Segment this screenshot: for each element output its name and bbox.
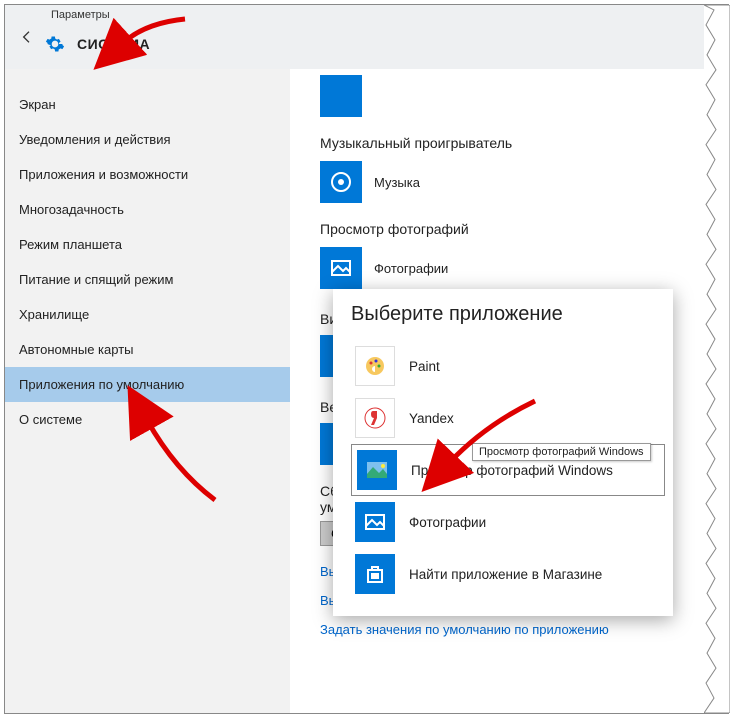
section-photos: Просмотр фотографий (320, 221, 708, 237)
sidebar-item-offline-maps[interactable]: Автономные карты (5, 332, 290, 367)
section-music: Музыкальный проигрыватель (320, 135, 708, 151)
popup-title: Выберите приложение (351, 303, 665, 326)
music-icon (320, 161, 362, 203)
photo-viewer-icon (357, 450, 397, 490)
sidebar-item-power-sleep[interactable]: Питание и спящий режим (5, 262, 290, 297)
popup-item-store[interactable]: Найти приложение в Магазине (351, 548, 665, 600)
page-title: СИСТЕМА (77, 36, 150, 52)
sidebar-item-about[interactable]: О системе (5, 402, 290, 437)
store-icon (355, 554, 395, 594)
sidebar-item-apps-features[interactable]: Приложения и возможности (5, 157, 290, 192)
photos-icon (355, 502, 395, 542)
photos-icon (320, 247, 362, 289)
popup-item-label: Yandex (409, 411, 454, 426)
tooltip: Просмотр фотографий Windows (472, 443, 651, 461)
popup-item-paint[interactable]: Paint (351, 340, 665, 392)
header: Параметры СИСТЕМА (5, 5, 728, 69)
breadcrumb: Параметры (51, 9, 110, 21)
partial-tile[interactable] (320, 75, 362, 117)
popup-item-label: Paint (409, 359, 440, 374)
popup-item-label: Найти приложение в Магазине (409, 567, 602, 582)
sidebar-item-tablet-mode[interactable]: Режим планшета (5, 227, 290, 262)
sidebar-item-display[interactable]: Экран (5, 87, 290, 122)
popup-item-yandex[interactable]: Yandex (351, 392, 665, 444)
sidebar-item-multitasking[interactable]: Многозадачность (5, 192, 290, 227)
sidebar-item-notifications[interactable]: Уведомления и действия (5, 122, 290, 157)
popup-item-photos[interactable]: Фотографии (351, 496, 665, 548)
popup-item-label: Фотографии (409, 515, 486, 530)
settings-window: Параметры СИСТЕМА Экран Уведомления и де… (4, 4, 729, 714)
back-button[interactable] (15, 25, 39, 49)
sidebar: Экран Уведомления и действия Приложения … (5, 69, 290, 713)
music-app-label: Музыка (374, 175, 420, 190)
torn-edge (704, 5, 730, 713)
paint-icon (355, 346, 395, 386)
popup-item-label: Просмотр фотографий Windows (411, 463, 613, 478)
sidebar-item-default-apps[interactable]: Приложения по умолчанию (5, 367, 290, 402)
sidebar-item-storage[interactable]: Хранилище (5, 297, 290, 332)
photo-app-row[interactable]: Фотографии (320, 247, 708, 289)
gear-icon (45, 34, 65, 54)
link-by-app[interactable]: Задать значения по умолчанию по приложен… (320, 622, 708, 637)
yandex-icon (355, 398, 395, 438)
music-app-row[interactable]: Музыка (320, 161, 708, 203)
photo-app-label: Фотографии (374, 261, 448, 276)
